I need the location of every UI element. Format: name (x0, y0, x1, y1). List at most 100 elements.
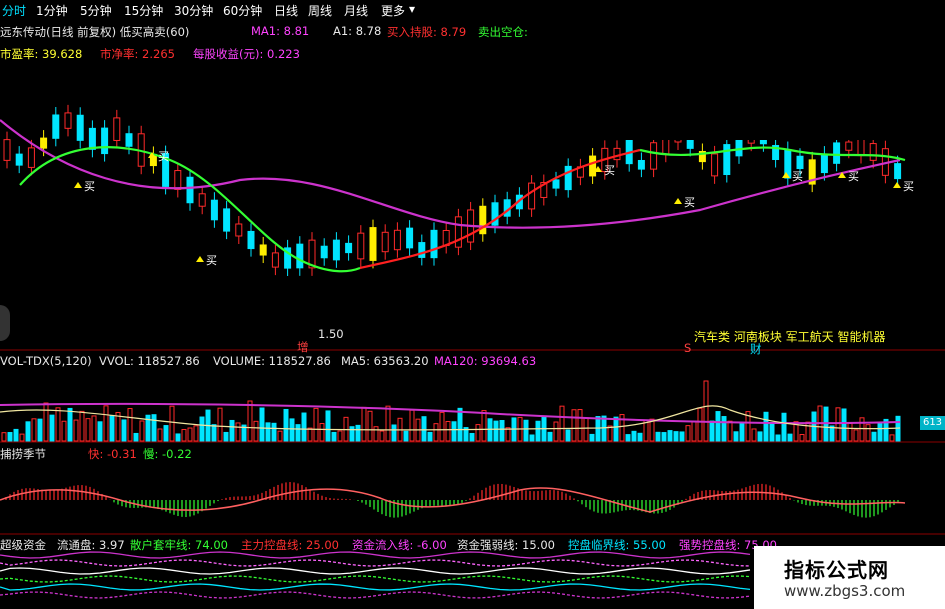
candle-body (833, 142, 841, 164)
volume-bar (139, 420, 145, 442)
candle-body (125, 133, 133, 147)
volume-bar (325, 410, 331, 442)
watermark-title: 指标公式网 (784, 558, 889, 582)
volume-bar (733, 431, 739, 442)
volume-bar (679, 431, 685, 442)
volume-bar (565, 429, 571, 442)
volume-bar (79, 410, 85, 442)
candle-body (820, 153, 828, 174)
volume-bar (157, 428, 163, 442)
volume-bar (181, 428, 187, 442)
volume-bar (49, 414, 55, 442)
volume-bar (529, 434, 535, 442)
candle-body (3, 139, 11, 161)
candle-body (40, 137, 48, 149)
low-price-label: 1.50 (318, 327, 344, 341)
fund-line (0, 567, 751, 575)
sell-short-value: 卖出空仓: (478, 25, 528, 39)
volume-bar (331, 431, 337, 442)
volume-bar (667, 430, 673, 442)
volume-bars (0, 380, 901, 442)
volume-bar (553, 421, 559, 442)
candle-body (894, 163, 902, 180)
buy-label: 买 (903, 180, 914, 193)
volume-bar (631, 430, 637, 442)
volume-bar (739, 421, 745, 442)
season-indicator-name: 捕捞季节 (0, 447, 46, 461)
retail-trap-line: 散户套牢线: 74.00 (130, 538, 228, 552)
volume-bar (625, 434, 631, 442)
candle-body (381, 231, 389, 253)
volume-bar (55, 407, 61, 442)
volume-bar (169, 405, 175, 442)
volume-bar (847, 422, 853, 442)
candle-body (430, 229, 438, 259)
volume-bar (685, 425, 691, 442)
volume-bar (355, 424, 361, 442)
candle-body (113, 117, 121, 141)
volume-bar (247, 400, 253, 442)
concept-tags: 汽车类 河南板块 军工航天 智能机器 (694, 330, 886, 344)
a1-value: A1: 8.78 (333, 24, 382, 38)
side-collapse-handle[interactable] (0, 305, 10, 341)
volume-bar (661, 432, 667, 442)
pb-ratio: 市净率: 2.265 (100, 47, 175, 61)
volume-bar (853, 429, 859, 442)
moving-average-lines (0, 119, 906, 273)
candle-body (613, 147, 621, 161)
volume-bar (259, 407, 265, 442)
volume-bar (433, 423, 439, 442)
buy-label: 买 (158, 150, 169, 163)
volume-bar (877, 423, 883, 442)
volume-bar (445, 421, 451, 442)
volume-bar (691, 420, 697, 442)
buy-triangle-icon (74, 182, 82, 188)
buy-label: 买 (604, 164, 615, 177)
fund-flow-lines (0, 551, 751, 599)
volume-bar (373, 426, 379, 442)
candle-body (393, 229, 401, 251)
volume-bar (577, 409, 583, 442)
volume-bar (25, 421, 31, 442)
candle-body (88, 127, 96, 150)
volume-bar (859, 417, 865, 442)
volume-bar (589, 433, 595, 442)
watermark-box: 指标公式网 www.zbgs3.com (754, 546, 945, 609)
volume-bar (835, 407, 841, 442)
candle-body (210, 199, 218, 221)
buy-label: 买 (84, 180, 95, 193)
volume-bar (721, 416, 727, 442)
volume-bar (757, 431, 763, 442)
volume-bar (469, 432, 475, 442)
volume-bar (277, 430, 283, 442)
candle-body (247, 230, 255, 250)
volume-bar (769, 422, 775, 442)
candle-body (564, 165, 572, 191)
candle-body (552, 179, 560, 189)
season-oscillator (0, 482, 906, 518)
volume-bar (457, 407, 463, 442)
vvol-value: VVOL: 118527.86 (99, 354, 200, 368)
volume-bar (187, 427, 193, 442)
volume-bar (451, 421, 457, 442)
main-control-line: 主力控盘线: 25.00 (241, 538, 339, 552)
volume-bar (199, 416, 205, 442)
fund-line (0, 575, 751, 583)
volume-bar (85, 418, 91, 442)
fund-line (0, 559, 751, 567)
volume-bar (103, 405, 109, 442)
candle-body (650, 142, 658, 170)
volume-bar (151, 414, 157, 442)
volume-bar (97, 421, 103, 442)
volume-bar (637, 432, 643, 442)
volume-bar (775, 434, 781, 442)
volume-bar (547, 431, 553, 442)
volume-bar (361, 406, 367, 442)
volume-bar (499, 420, 505, 442)
volume-bar (229, 419, 235, 442)
volume-bar (313, 407, 319, 442)
volume-bar (709, 420, 715, 442)
control-critical-line: 控盘临界线: 55.00 (568, 538, 666, 552)
volume-bar (535, 420, 541, 442)
volume-bar (61, 420, 67, 442)
